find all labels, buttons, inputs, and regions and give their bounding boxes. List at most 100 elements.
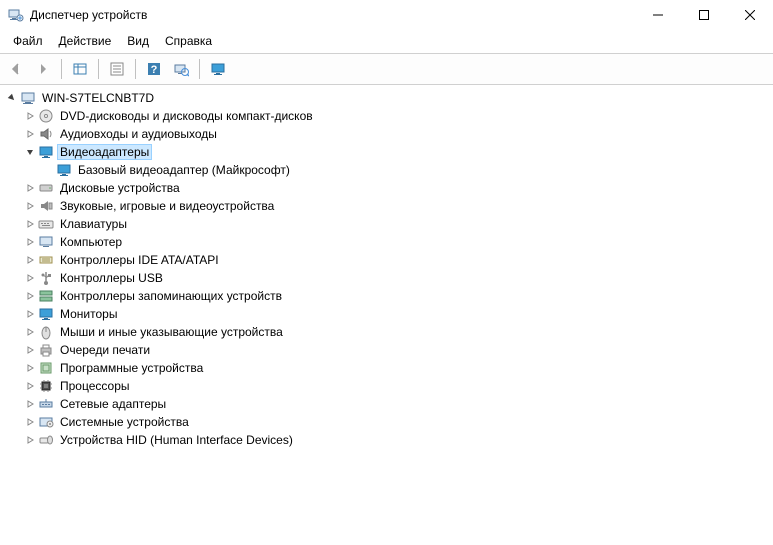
toolbar-separator: [135, 59, 136, 79]
close-button[interactable]: [727, 0, 773, 30]
expander-icon[interactable]: [22, 198, 38, 214]
expander-icon[interactable]: [22, 126, 38, 142]
tree-item-label: Контроллеры USB: [58, 271, 165, 285]
toolbar-scan-button[interactable]: [169, 57, 193, 81]
expander-icon[interactable]: [22, 252, 38, 268]
expander-icon[interactable]: [22, 108, 38, 124]
toolbar-show-hidden-button[interactable]: [68, 57, 92, 81]
tree-item[interactable]: DVD-дисководы и дисководы компакт-дисков: [2, 107, 771, 125]
system-icon: [38, 414, 54, 430]
device-tree[interactable]: WIN-S7TELCNBT7D DVD-дисководы и дисковод…: [0, 85, 773, 545]
tree-item[interactable]: Очереди печати: [2, 341, 771, 359]
expander-icon[interactable]: [22, 270, 38, 286]
tree-root-row[interactable]: WIN-S7TELCNBT7D: [2, 89, 771, 107]
hid-icon: [38, 432, 54, 448]
tree-item[interactable]: Контроллеры USB: [2, 269, 771, 287]
expander-icon[interactable]: [22, 342, 38, 358]
tree-root-label: WIN-S7TELCNBT7D: [40, 91, 156, 105]
title-bar: Диспетчер устройств: [0, 0, 773, 30]
tree-item[interactable]: Дисковые устройства: [2, 179, 771, 197]
network-icon: [38, 396, 54, 412]
tree-item-label: Системные устройства: [58, 415, 191, 429]
expander-icon[interactable]: [22, 288, 38, 304]
toolbar-monitor-button[interactable]: [206, 57, 230, 81]
tree-item-label: Аудиовходы и аудиовыходы: [58, 127, 219, 141]
toolbar-separator: [199, 59, 200, 79]
menu-bar: Файл Действие Вид Справка: [0, 30, 773, 53]
mouse-icon: [38, 324, 54, 340]
tree-item-label: Программные устройства: [58, 361, 205, 375]
expander-icon[interactable]: [22, 234, 38, 250]
minimize-button[interactable]: [635, 0, 681, 30]
tree-item[interactable]: Звуковые, игровые и видеоустройства: [2, 197, 771, 215]
keyboard-icon: [38, 216, 54, 232]
audio-icon: [38, 126, 54, 142]
tree-item-label: Контроллеры IDE ATA/ATAPI: [58, 253, 221, 267]
maximize-button[interactable]: [681, 0, 727, 30]
computer-icon: [20, 90, 36, 106]
tree-item-label: Звуковые, игровые и видеоустройства: [58, 199, 276, 213]
window-buttons: [635, 0, 773, 30]
menu-view[interactable]: Вид: [120, 32, 156, 50]
tree-item-label: DVD-дисководы и дисководы компакт-дисков: [58, 109, 315, 123]
menu-action[interactable]: Действие: [52, 32, 119, 50]
menu-help[interactable]: Справка: [158, 32, 219, 50]
expander-icon[interactable]: [22, 180, 38, 196]
computer-icon: [38, 234, 54, 250]
toolbar-help-button[interactable]: ?: [142, 57, 166, 81]
tree-item[interactable]: Системные устройства: [2, 413, 771, 431]
tree-item-label: Контроллеры запоминающих устройств: [58, 289, 284, 303]
tree-item[interactable]: Мыши и иные указывающие устройства: [2, 323, 771, 341]
tree-item-label: Устройства HID (Human Interface Devices): [58, 433, 295, 447]
expander-icon[interactable]: [22, 414, 38, 430]
tree-item-label: Мыши и иные указывающие устройства: [58, 325, 285, 339]
usb-icon: [38, 270, 54, 286]
tree-item-label: Очереди печати: [58, 343, 152, 357]
tree-item[interactable]: Видеоадаптеры: [2, 143, 771, 161]
expander-icon[interactable]: [22, 360, 38, 376]
cpu-icon: [38, 378, 54, 394]
expander-icon[interactable]: [22, 432, 38, 448]
tree-item[interactable]: Программные устройства: [2, 359, 771, 377]
tree-item-label: Дисковые устройства: [58, 181, 182, 195]
tree-item[interactable]: Процессоры: [2, 377, 771, 395]
ide-icon: [38, 252, 54, 268]
toolbar: ?: [0, 53, 773, 85]
sound-icon: [38, 198, 54, 214]
printer-icon: [38, 342, 54, 358]
tree-item[interactable]: Клавиатуры: [2, 215, 771, 233]
tree-item-label: Клавиатуры: [58, 217, 129, 231]
expander-icon[interactable]: [22, 324, 38, 340]
expander-icon[interactable]: [22, 144, 38, 160]
hdd-icon: [38, 180, 54, 196]
tree-child-item[interactable]: Базовый видеоадаптер (Майкрософт): [2, 161, 771, 179]
expander-icon[interactable]: [22, 378, 38, 394]
expander-icon[interactable]: [22, 396, 38, 412]
expander-icon[interactable]: [22, 216, 38, 232]
toolbar-separator: [98, 59, 99, 79]
tree-item[interactable]: Контроллеры запоминающих устройств: [2, 287, 771, 305]
toolbar-properties-button[interactable]: [105, 57, 129, 81]
expander-icon[interactable]: [22, 306, 38, 322]
storage-icon: [38, 288, 54, 304]
tree-item[interactable]: Устройства HID (Human Interface Devices): [2, 431, 771, 449]
tree-child-label: Базовый видеоадаптер (Майкрософт): [76, 163, 292, 177]
device-manager-window: Диспетчер устройств Файл Действие Вид Сп…: [0, 0, 773, 545]
disc-icon: [38, 108, 54, 124]
toolbar-back-button[interactable]: [4, 57, 28, 81]
display-icon: [38, 144, 54, 160]
tree-root: WIN-S7TELCNBT7D DVD-дисководы и дисковод…: [2, 89, 771, 449]
tree-item[interactable]: Аудиовходы и аудиовыходы: [2, 125, 771, 143]
tree-item[interactable]: Сетевые адаптеры: [2, 395, 771, 413]
tree-item[interactable]: Компьютер: [2, 233, 771, 251]
tree-item-label: Сетевые адаптеры: [58, 397, 168, 411]
app-icon: [8, 7, 24, 23]
tree-item[interactable]: Контроллеры IDE ATA/ATAPI: [2, 251, 771, 269]
menu-file[interactable]: Файл: [6, 32, 50, 50]
svg-text:?: ?: [151, 64, 158, 76]
toolbar-forward-button[interactable]: [31, 57, 55, 81]
tree-item-label: Компьютер: [58, 235, 124, 249]
display-icon: [56, 162, 72, 178]
expander-icon[interactable]: [4, 90, 20, 106]
tree-item[interactable]: Мониторы: [2, 305, 771, 323]
